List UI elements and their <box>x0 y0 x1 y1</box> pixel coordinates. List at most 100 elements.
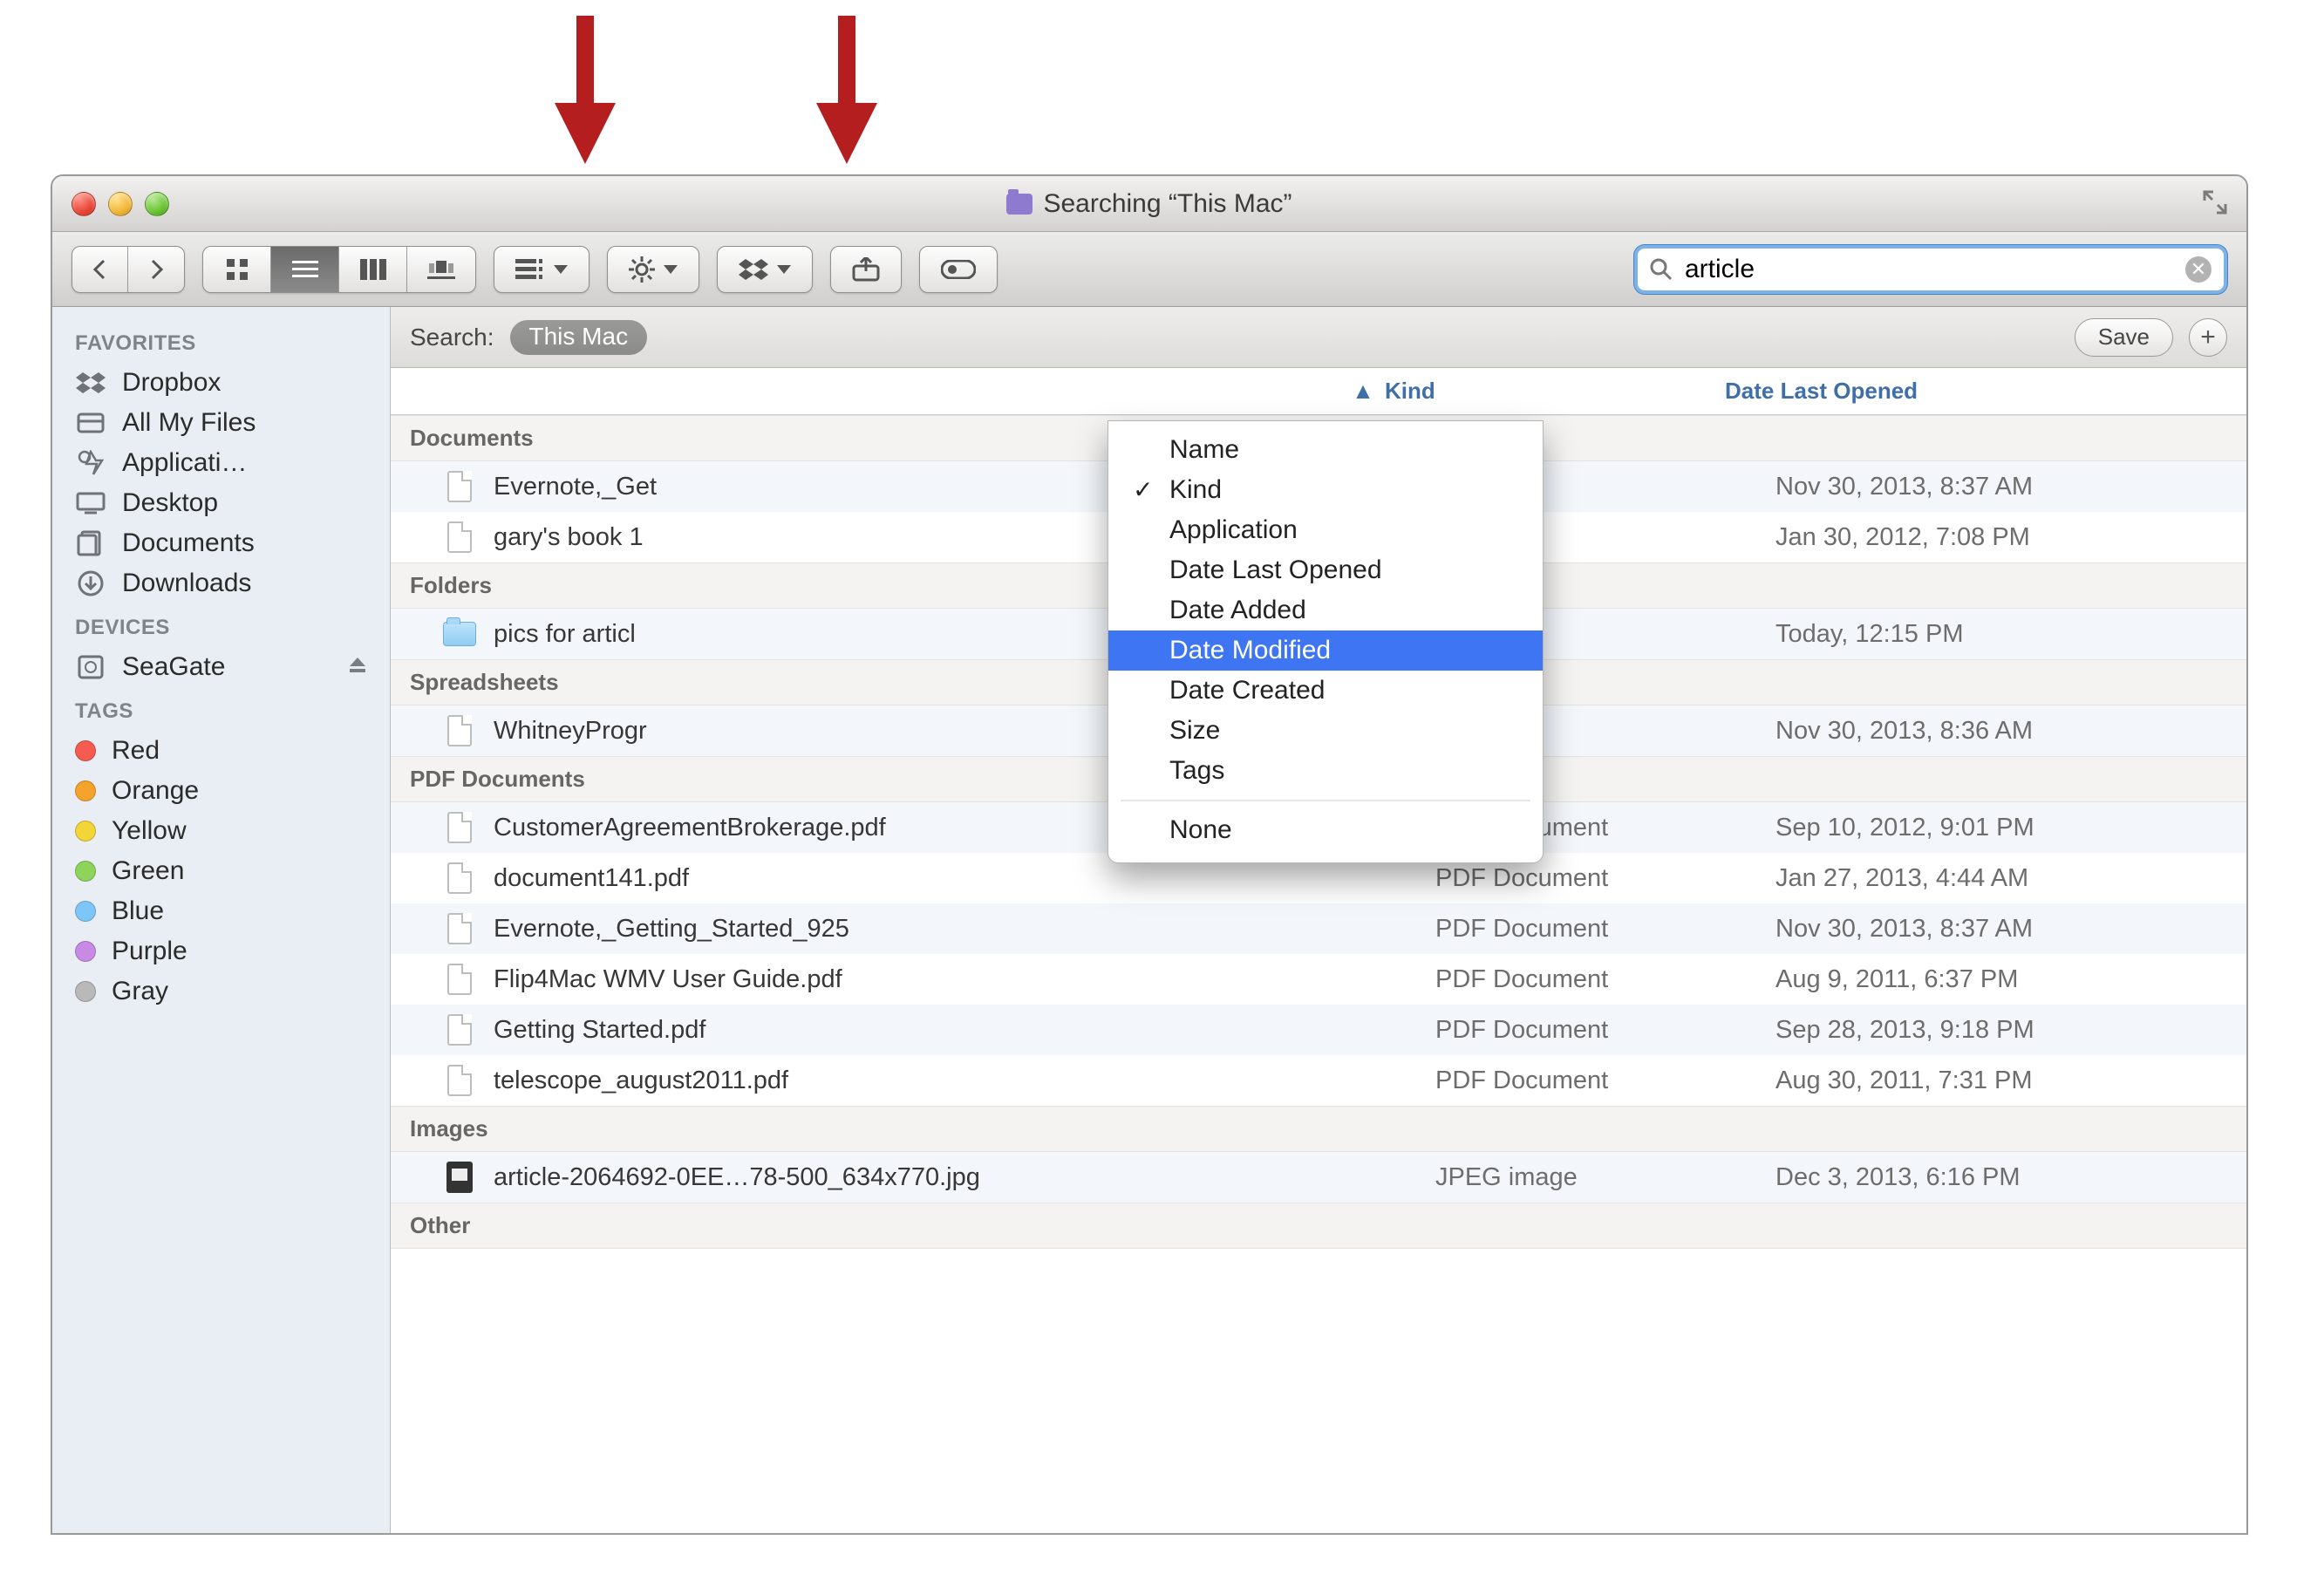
add-criteria-button[interactable]: + <box>2189 318 2227 357</box>
sidebar-item[interactable]: Blue <box>52 891 390 931</box>
file-date: Dec 3, 2013, 6:16 PM <box>1775 1163 2246 1192</box>
file-kind: PDF Document <box>1435 965 1775 994</box>
tag-pill-icon <box>941 260 976 279</box>
sidebar-item[interactable]: SeaGate <box>52 647 390 687</box>
menu-item[interactable]: Date Last Opened <box>1108 550 1543 590</box>
file-date: Nov 30, 2013, 8:37 AM <box>1775 915 2246 944</box>
sidebar-item[interactable]: Desktop <box>52 483 390 523</box>
document-file-icon <box>447 715 472 746</box>
forward-button[interactable] <box>128 247 184 292</box>
menu-item[interactable]: Date Modified <box>1108 630 1543 671</box>
tags-toolbar-button[interactable] <box>919 246 998 293</box>
applications-icon <box>75 449 106 477</box>
title-folder-icon <box>1006 194 1033 215</box>
image-file-icon <box>446 1162 473 1193</box>
icon-view-button[interactable] <box>203 247 271 292</box>
document-file-icon <box>447 862 472 894</box>
scope-this-mac[interactable]: This Mac <box>510 320 648 355</box>
sidebar-item[interactable]: Gray <box>52 971 390 1012</box>
arrange-menu: NameKindApplicationDate Last OpenedDate … <box>1107 420 1544 863</box>
chevron-down-icon <box>777 265 791 274</box>
search-input[interactable] <box>1683 254 2175 285</box>
result-row[interactable]: Flip4Mac WMV User Guide.pdfPDF DocumentA… <box>391 954 2246 1005</box>
menu-item[interactable]: Date Added <box>1108 590 1543 630</box>
sidebar-item[interactable]: All My Files <box>52 403 390 443</box>
sidebar-item-label: Red <box>112 736 160 766</box>
menu-separator <box>1121 800 1530 801</box>
sidebar-item[interactable]: Orange <box>52 771 390 811</box>
sidebar-section-header: TAGS <box>52 687 390 731</box>
arrange-button[interactable] <box>494 246 590 293</box>
menu-item-none[interactable]: None <box>1108 810 1543 850</box>
sidebar-item-label: Blue <box>112 896 164 926</box>
annotation-arrow-2 <box>816 16 877 164</box>
sidebar-item[interactable]: Applicati… <box>52 443 390 483</box>
clear-search-button[interactable]: ✕ <box>2185 256 2212 283</box>
column-kind[interactable]: Kind <box>1385 378 1725 405</box>
dropbox-icon <box>739 257 768 282</box>
file-date: Jan 30, 2012, 7:08 PM <box>1775 523 2246 552</box>
sidebar-item[interactable]: Red <box>52 731 390 771</box>
action-button[interactable] <box>607 246 699 293</box>
dropbox-toolbar-button[interactable] <box>717 246 813 293</box>
file-name: document141.pdf <box>494 864 1392 893</box>
result-row[interactable]: telescope_august2011.pdfPDF DocumentAug … <box>391 1055 2246 1106</box>
sidebar-item[interactable]: Purple <box>52 931 390 971</box>
tag-dot-icon <box>75 780 96 801</box>
document-file-icon <box>447 1014 472 1046</box>
search-field[interactable]: ✕ <box>1634 245 2227 294</box>
result-row[interactable]: Getting Started.pdfPDF DocumentSep 28, 2… <box>391 1005 2246 1055</box>
file-date: Aug 30, 2011, 7:31 PM <box>1775 1066 2246 1095</box>
file-date: Jan 27, 2013, 4:44 AM <box>1775 864 2246 893</box>
file-date: Nov 30, 2013, 8:36 AM <box>1775 717 2246 746</box>
sidebar-item-label: Desktop <box>122 488 218 518</box>
sidebar-item[interactable]: Dropbox <box>52 363 390 403</box>
sidebar-item[interactable]: Yellow <box>52 811 390 851</box>
menu-item[interactable]: Size <box>1108 711 1543 751</box>
list-view-button[interactable] <box>271 247 339 292</box>
menu-item[interactable]: Tags <box>1108 751 1543 791</box>
tag-dot-icon <box>75 861 96 882</box>
file-date: Today, 12:15 PM <box>1775 620 2246 649</box>
file-date: Nov 30, 2013, 8:37 AM <box>1775 473 2246 501</box>
menu-item[interactable]: Name <box>1108 430 1543 470</box>
column-date-last-opened[interactable]: Date Last Opened <box>1725 378 2246 405</box>
coverflow-view-button[interactable] <box>407 247 475 292</box>
eject-icon[interactable] <box>348 652 367 682</box>
main-panel: Search: This Mac Save + ▲ Kind Date Last… <box>391 307 2246 1533</box>
column-headers: ▲ Kind Date Last Opened <box>391 368 2246 415</box>
file-date: Aug 9, 2011, 6:37 PM <box>1775 965 2246 994</box>
desktop-icon <box>75 489 106 517</box>
chevron-down-icon <box>664 265 678 274</box>
share-button[interactable] <box>830 246 902 293</box>
menu-item[interactable]: Application <box>1108 510 1543 550</box>
back-button[interactable] <box>72 247 128 292</box>
save-search-button[interactable]: Save <box>2075 318 2173 357</box>
minimize-window-button[interactable] <box>108 192 133 216</box>
file-kind: JPEG image <box>1435 1163 1775 1192</box>
tag-dot-icon <box>75 740 96 761</box>
sort-indicator: ▲ <box>1341 378 1385 405</box>
results-group-header: Images <box>391 1106 2246 1152</box>
menu-item[interactable]: Date Created <box>1108 671 1543 711</box>
sidebar-item-label: Orange <box>112 776 199 806</box>
allmyfiles-icon <box>75 409 106 437</box>
document-file-icon <box>447 913 472 944</box>
zoom-window-button[interactable] <box>145 192 169 216</box>
column-view-button[interactable] <box>339 247 407 292</box>
tag-dot-icon <box>75 981 96 1002</box>
file-name: article-2064692-0EE…78-500_634x770.jpg <box>494 1163 1392 1192</box>
sidebar-item[interactable]: Green <box>52 851 390 891</box>
sidebar-item-label: Purple <box>112 937 187 966</box>
menu-item[interactable]: Kind <box>1108 470 1543 510</box>
result-row[interactable]: article-2064692-0EE…78-500_634x770.jpg JP… <box>391 1152 2246 1203</box>
sidebar-item[interactable]: Documents <box>52 523 390 563</box>
search-icon <box>1650 258 1673 281</box>
downloads-icon <box>75 569 106 597</box>
close-window-button[interactable] <box>72 192 96 216</box>
result-row[interactable]: Evernote,_Getting_Started_925PDF Documen… <box>391 903 2246 954</box>
tag-dot-icon <box>75 821 96 842</box>
document-file-icon <box>447 964 472 995</box>
fullscreen-button[interactable] <box>2201 188 2229 216</box>
sidebar-item[interactable]: Downloads <box>52 563 390 603</box>
